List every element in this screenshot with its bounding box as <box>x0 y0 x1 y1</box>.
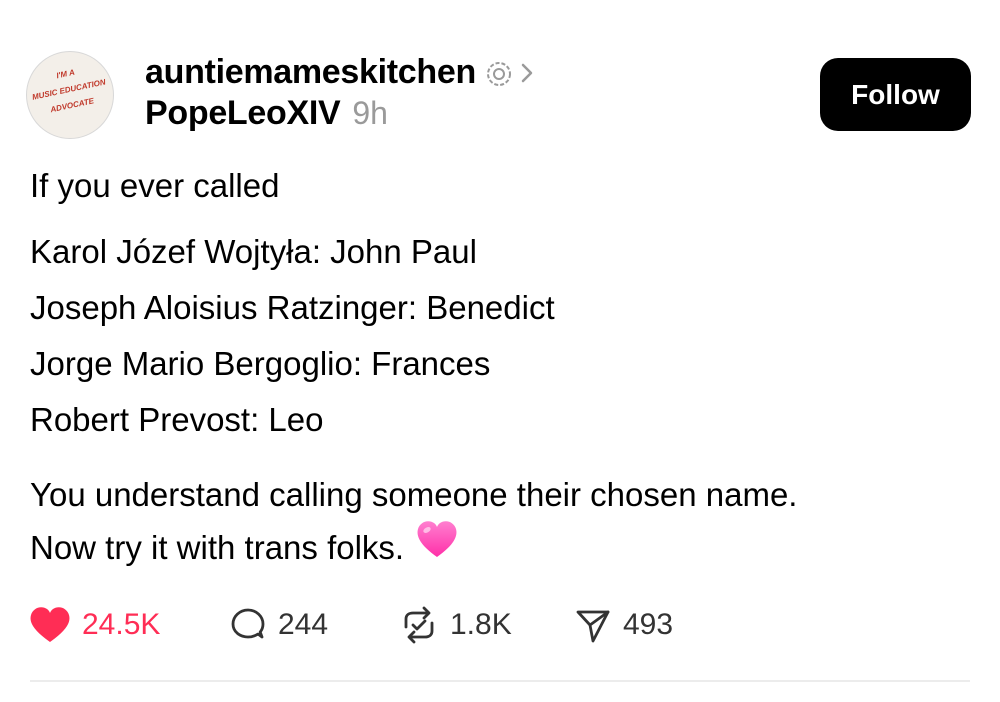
tagged-user-link[interactable]: PopeLeoXIV <box>145 94 341 133</box>
verified-badge-icon <box>486 61 512 87</box>
avatar-text-line-3: ADVOCATE <box>49 96 96 114</box>
share-count: 493 <box>623 608 674 641</box>
heart-emoji-icon <box>414 518 460 575</box>
name-line: Joseph Aloisius Ratzinger: Benedict <box>30 289 555 326</box>
name-line: Karol Józef Wojtyła: John Paul <box>30 233 477 270</box>
divider <box>30 680 970 682</box>
closing-line-2: Now try it with trans folks. <box>30 529 405 566</box>
chevron-right-icon[interactable] <box>520 62 534 84</box>
name-line: Robert Prevost: Leo <box>30 401 324 438</box>
reply-button[interactable]: 244 <box>228 602 328 648</box>
closing-line-1: You understand calling someone their cho… <box>30 476 798 513</box>
heart-icon <box>30 607 70 642</box>
name-line: Jorge Mario Bergoglio: Frances <box>30 345 491 382</box>
repost-count: 1.8K <box>450 608 512 641</box>
post-closing: You understand calling someone their cho… <box>30 468 970 575</box>
action-bar: 24.5K 244 1.8K 493 <box>28 602 928 648</box>
avatar[interactable]: I'M A MUSIC EDUCATION ADVOCATE <box>26 51 114 139</box>
post-header: auntiemameskitchen PopeLeoXIV 9h <box>145 50 534 138</box>
reply-count: 244 <box>278 608 329 641</box>
post-intro: If you ever called <box>30 167 280 204</box>
follow-button[interactable]: Follow <box>820 58 971 131</box>
username-row: auntiemameskitchen <box>145 50 534 94</box>
like-count: 24.5K <box>82 608 161 641</box>
share-button[interactable]: 493 <box>573 602 673 648</box>
repost-button[interactable]: 1.8K <box>398 602 512 648</box>
post-body: If you ever called Karol Józef Wojtyła: … <box>30 166 970 575</box>
like-button[interactable]: 24.5K <box>28 602 160 648</box>
share-icon <box>576 610 610 643</box>
avatar-text-line-2: MUSIC EDUCATION <box>31 77 106 101</box>
reply-icon <box>231 608 265 639</box>
repost-icon <box>404 606 434 644</box>
post-timestamp: 9h <box>352 95 388 131</box>
username-link[interactable]: auntiemameskitchen <box>145 53 476 92</box>
subline: PopeLeoXIV 9h <box>145 94 534 138</box>
avatar-text-line-1: I'M A <box>56 68 76 81</box>
